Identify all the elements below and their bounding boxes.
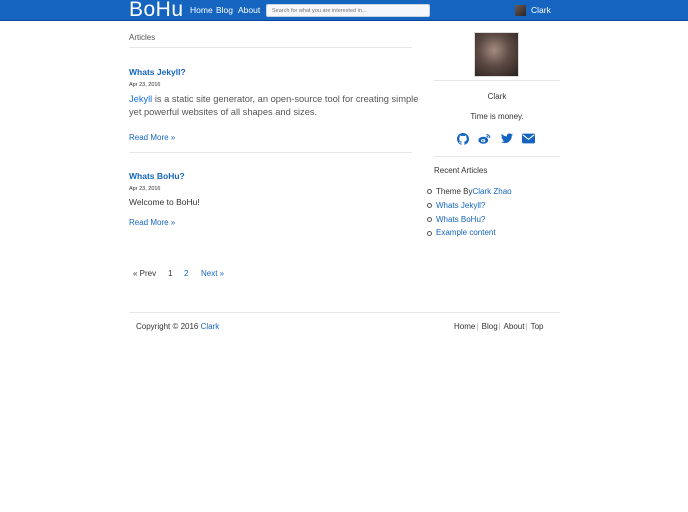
excerpt-text: is a static site generator, an open-sour… [152,94,419,104]
excerpt-text-line2: yet powerful websites of all shapes and … [129,107,318,117]
pagination-page-2[interactable]: 2 [184,269,188,278]
section-title: Articles [129,33,156,42]
footer-nav: Home| Blog| About| Top [454,322,544,331]
list-item-prefix: Theme By [436,187,473,196]
pagination-next[interactable]: Next » [201,269,224,278]
divider [434,156,560,157]
bullet-icon [427,216,432,222]
search-input[interactable] [266,4,430,17]
user-name: Clark [531,5,551,15]
twitter-icon[interactable] [501,133,514,146]
read-more-link-2[interactable]: Read More » [129,218,175,227]
user-avatar [515,4,526,16]
recent-articles-title: Recent Articles [434,166,488,175]
recent-link-bohu[interactable]: Whats BoHu? [436,213,485,227]
post-excerpt-2: Welcome to BoHu! [129,197,200,207]
list-item: Example content [427,226,512,240]
footer-link-home[interactable]: Home [454,322,475,331]
weibo-icon[interactable] [478,133,491,146]
profile-motto: Time is money. [470,112,524,121]
read-more-link-1[interactable]: Read More » [129,133,175,142]
pagination-page-current: 1 [168,269,173,278]
excerpt-link-jekyll[interactable]: Jekyll [129,94,152,104]
footer-author-link[interactable]: Clark [201,322,220,331]
brand-logo[interactable]: BoHu [129,0,184,22]
list-item: Theme By Clark Zhao [427,185,512,199]
list-item: Whats Jekyll? [427,199,512,213]
mail-icon[interactable] [522,133,535,146]
profile-name: Clark [487,92,507,101]
post-title-1[interactable]: Whats Jekyll? [129,67,186,77]
footer-link-blog[interactable]: Blog [482,322,498,331]
profile-avatar [474,32,519,77]
footer-separator: | [525,322,528,331]
post-title-2[interactable]: Whats BoHu? [129,171,185,181]
post-date-1: Apr 23, 2016 [129,82,161,88]
divider [434,80,560,81]
list-item: Whats BoHu? [427,213,512,227]
nav-link-about[interactable]: About [238,5,260,15]
nav-link-blog[interactable]: Blog [216,5,233,15]
recent-link-author[interactable]: Clark Zhao [472,185,511,199]
footer-separator: | [476,322,479,331]
top-navbar: BoHu Home Blog About Clark [0,0,688,21]
bullet-icon [427,230,432,236]
footer-copyright: Copyright © 2016 Clark [136,322,219,331]
divider [129,152,412,153]
footer-divider [129,312,560,313]
post-date-2: Apr 23, 2016 [129,186,161,192]
post-excerpt-1: Jekyll is a static site generator, an op… [129,93,419,119]
pagination-prev[interactable]: « Prev [133,269,156,278]
footer-link-top[interactable]: Top [531,322,544,331]
bullet-icon [427,189,432,195]
bullet-icon [427,203,432,209]
user-menu[interactable]: Clark [515,4,551,16]
footer-link-about[interactable]: About [504,322,525,331]
footer-separator: | [498,322,501,331]
recent-link-jekyll[interactable]: Whats Jekyll? [436,199,485,213]
github-icon[interactable] [457,133,470,146]
nav-link-home[interactable]: Home [190,5,213,15]
recent-articles-list: Theme By Clark Zhao Whats Jekyll? Whats … [427,185,512,240]
divider [129,47,412,48]
recent-link-example[interactable]: Example content [436,226,496,240]
copyright-text: Copyright © 2016 [136,322,201,331]
